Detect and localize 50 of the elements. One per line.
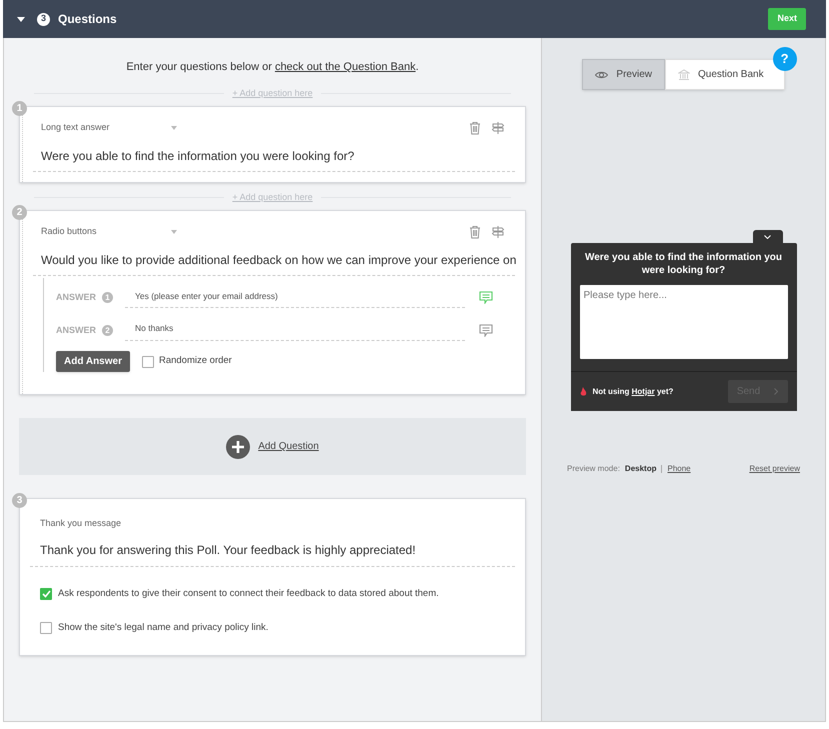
bank-icon: [678, 69, 690, 80]
add-question-area[interactable]: Add Question: [19, 418, 526, 475]
question-number: 1: [12, 100, 27, 116]
answer-field[interactable]: No thanks: [125, 320, 465, 341]
branding-text: Not using Hotjar yet?: [592, 386, 674, 398]
checkbox-label: Randomize order: [158, 354, 232, 368]
add-answer-button[interactable]: Add Answer: [56, 351, 130, 372]
thank-you-text-field[interactable]: Thank you for answering this Poll. Your feedback is highly appreciated!: [30, 540, 515, 566]
flame-icon: [580, 387, 586, 396]
answer-label: ANSWER: [56, 291, 96, 304]
preview-tab[interactable]: Preview: [582, 59, 665, 90]
answer-label: ANSWER: [56, 324, 96, 337]
plus-circle-icon: [226, 434, 250, 458]
question-text-field[interactable]: Were you able to find the information you were looking for?: [33, 146, 515, 172]
checkbox-label: Show the site's legal name and privacy policy link.: [58, 620, 268, 635]
preview-mode-option[interactable]: Phone: [667, 463, 691, 475]
comment-icon[interactable]: [479, 291, 493, 304]
eye-icon: [595, 70, 608, 78]
widget-question: Were you able to find the information you were looking for?: [584, 251, 784, 277]
collapse-tab[interactable]: [752, 230, 782, 243]
preview-mode-option[interactable]: Desktop: [624, 463, 656, 475]
caret-icon[interactable]: [17, 16, 25, 22]
answer-textarea[interactable]: Please type here...: [580, 285, 788, 359]
chevron-right-icon: [774, 388, 778, 395]
question-text-field[interactable]: Would you like to provide additional feedback on how we can improve your experience on: [33, 250, 515, 276]
question-type-select[interactable]: Long text answer: [41, 120, 121, 134]
hotjar-link[interactable]: Hotjar: [632, 386, 655, 396]
question-number: 3: [12, 493, 27, 508]
checkbox[interactable]: [40, 622, 52, 634]
section-title: Questions: [58, 11, 117, 28]
signpost-icon[interactable]: [491, 120, 505, 134]
answer-number: 2: [102, 325, 113, 336]
preview-mode-label: Preview mode:: [567, 463, 620, 475]
question-type-select[interactable]: Radio buttons: [41, 224, 121, 238]
comment-icon[interactable]: [479, 324, 493, 338]
checkbox-label: Ask respondents to give their consent to connect their feedback to data stored about them.: [58, 586, 439, 600]
intro-text: Enter your questions below or check out the Question Bank.: [125, 60, 420, 75]
answer-number: 1: [102, 292, 113, 304]
checkbox[interactable]: [40, 588, 52, 600]
answer-field[interactable]: Yes (please enter your email address): [125, 288, 465, 308]
trash-icon[interactable]: [469, 120, 481, 134]
message-type-label: Thank you message: [40, 517, 122, 530]
question-bank-link[interactable]: check out the Question Bank: [274, 61, 416, 73]
question-number: 2: [12, 204, 27, 220]
step-number: 3: [37, 12, 50, 26]
reset-preview-link[interactable]: Reset preview: [749, 463, 800, 475]
chevron-down-icon: [764, 234, 771, 238]
trash-icon[interactable]: [469, 224, 481, 238]
checkbox[interactable]: [142, 356, 154, 368]
signpost-icon[interactable]: [491, 224, 505, 238]
